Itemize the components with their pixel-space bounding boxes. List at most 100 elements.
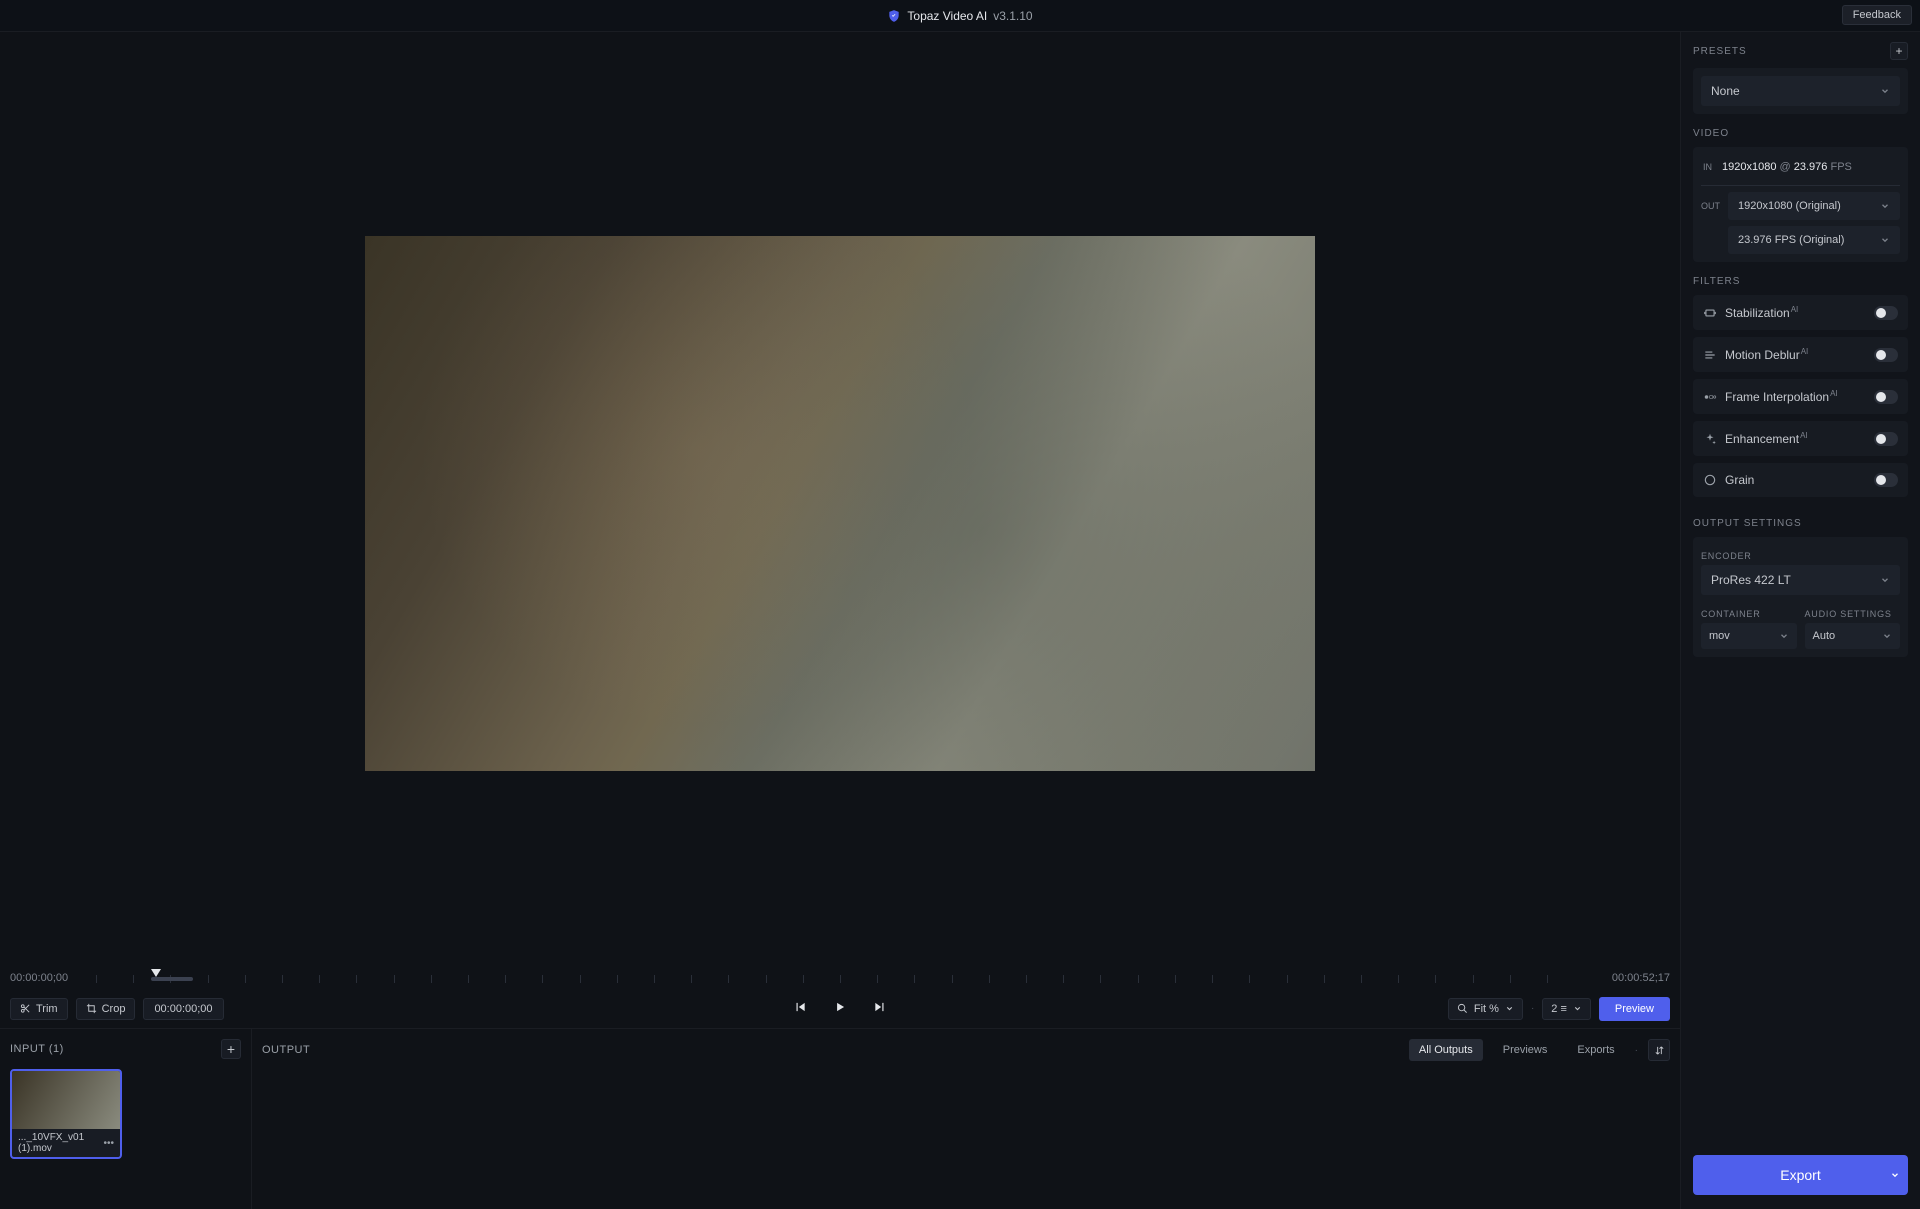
audio-select[interactable]: Auto — [1805, 623, 1901, 649]
step-forward-button[interactable] — [869, 996, 891, 1021]
chevron-down-icon — [1880, 235, 1890, 245]
timeline-track[interactable] — [96, 969, 1584, 987]
trim-label: Trim — [36, 1003, 58, 1015]
enhancement-toggle[interactable] — [1874, 432, 1898, 446]
controls-row: Trim Crop 00:00:00;00 Fit % — [0, 989, 1680, 1029]
sort-icon — [1654, 1045, 1665, 1056]
timeline[interactable]: 00:00:00;00 00:00:52;17 — [0, 967, 1680, 989]
presets-label: PRESETS — [1693, 46, 1747, 57]
chevron-down-icon — [1779, 631, 1789, 641]
chevron-down-icon — [1880, 201, 1890, 211]
export-dropdown-button[interactable] — [1880, 1167, 1900, 1183]
titlebar: Topaz Video AI v3.1.10 Feedback — [0, 0, 1920, 32]
filter-motion-deblur[interactable]: Motion DeblurAI — [1693, 337, 1908, 372]
stabilization-icon — [1703, 306, 1717, 320]
preview-button[interactable]: Preview — [1599, 997, 1670, 1021]
tab-exports[interactable]: Exports — [1567, 1039, 1624, 1061]
frame-interpolation-icon — [1703, 390, 1717, 404]
filter-enhancement[interactable]: EnhancementAI — [1693, 421, 1908, 456]
magnifier-icon — [1457, 1003, 1468, 1014]
crop-label: Crop — [102, 1003, 126, 1015]
separator: · — [1531, 1003, 1534, 1014]
filter-name: Stabilization — [1725, 306, 1790, 320]
zoom-dropdown[interactable]: Fit % — [1448, 998, 1523, 1020]
thumbnail-menu-button[interactable]: ••• — [103, 1138, 114, 1149]
filter-name: Grain — [1725, 473, 1866, 487]
encoder-label: ENCODER — [1701, 551, 1900, 561]
input-thumbnail[interactable]: ..._10VFX_v01 (1).mov ••• — [10, 1069, 122, 1159]
motion-deblur-icon — [1703, 348, 1717, 362]
filter-grain[interactable]: Grain — [1693, 463, 1908, 497]
output-settings-label: OUTPUT SETTINGS — [1693, 518, 1802, 529]
audio-label: AUDIO SETTINGS — [1805, 609, 1901, 619]
encoder-select[interactable]: ProRes 422 LT — [1701, 565, 1900, 595]
add-input-button[interactable]: + — [221, 1039, 241, 1059]
video-label: VIDEO — [1693, 128, 1729, 139]
tab-all-outputs[interactable]: All Outputs — [1409, 1039, 1483, 1061]
encoder-value: ProRes 422 LT — [1711, 573, 1791, 587]
filter-frame-interpolation[interactable]: Frame InterpolationAI — [1693, 379, 1908, 414]
motion-deblur-toggle[interactable] — [1874, 348, 1898, 362]
export-button[interactable]: Export — [1693, 1155, 1908, 1195]
container-select[interactable]: mov — [1701, 623, 1797, 649]
output-heading: OUTPUT — [262, 1044, 310, 1056]
filter-stabilization[interactable]: StabilizationAI — [1693, 295, 1908, 330]
filter-name: Enhancement — [1725, 432, 1799, 446]
sort-button[interactable] — [1648, 1039, 1670, 1061]
container-label: CONTAINER — [1701, 609, 1797, 619]
grain-toggle[interactable] — [1874, 473, 1898, 487]
container-value: mov — [1709, 630, 1730, 642]
chevron-down-icon — [1882, 631, 1892, 641]
play-icon — [833, 1000, 847, 1014]
split-view-dropdown[interactable]: 2 ≡ — [1542, 998, 1591, 1020]
timeline-playhead[interactable] — [151, 969, 161, 977]
step-back-button[interactable] — [789, 996, 811, 1021]
chevron-down-icon — [1890, 1170, 1900, 1180]
playback-controls — [789, 996, 891, 1021]
feedback-button[interactable]: Feedback — [1842, 5, 1912, 25]
timeline-start-timecode: 00:00:00;00 — [10, 972, 90, 984]
out-badge: OUT — [1701, 192, 1720, 211]
frame-interpolation-toggle[interactable] — [1874, 390, 1898, 404]
audio-value: Auto — [1813, 630, 1836, 642]
timeline-end-timecode: 00:00:52;17 — [1590, 972, 1670, 984]
in-fps: 23.976 — [1794, 161, 1828, 173]
tab-previews[interactable]: Previews — [1493, 1039, 1558, 1061]
scissors-icon — [20, 1003, 31, 1014]
step-back-icon — [793, 1000, 807, 1014]
play-button[interactable] — [829, 996, 851, 1021]
output-panel: OUTPUT All Outputs Previews Exports · — [252, 1029, 1680, 1209]
preview-canvas[interactable] — [365, 236, 1315, 771]
sidebar: PRESETS + None VIDEO IN 1920x1080 @ 23.9… — [1680, 32, 1920, 1209]
trim-button[interactable]: Trim — [10, 998, 68, 1020]
input-heading: INPUT (1) — [10, 1043, 64, 1055]
at-symbol: @ — [1780, 161, 1791, 173]
separator: · — [1635, 1045, 1638, 1056]
stabilization-toggle[interactable] — [1874, 306, 1898, 320]
app-title: Topaz Video AI v3.1.10 — [887, 9, 1032, 23]
crop-button[interactable]: Crop — [76, 998, 136, 1020]
thumbnail-filename: ..._10VFX_v01 (1).mov — [18, 1132, 103, 1154]
preset-select[interactable]: None — [1701, 76, 1900, 106]
preset-value: None — [1711, 84, 1740, 98]
fps-unit: FPS — [1830, 161, 1851, 173]
current-timecode[interactable]: 00:00:00;00 — [143, 998, 223, 1020]
app-version: v3.1.10 — [993, 9, 1032, 23]
output-resolution-select[interactable]: 1920x1080 (Original) — [1728, 192, 1900, 220]
thumbnail-image — [12, 1071, 120, 1129]
in-badge: IN — [1703, 161, 1712, 173]
split-value: 2 ≡ — [1551, 1003, 1567, 1015]
output-fps-select[interactable]: 23.976 FPS (Original) — [1728, 226, 1900, 254]
timeline-selected-range[interactable] — [151, 977, 193, 981]
add-preset-button[interactable]: + — [1890, 42, 1908, 60]
crop-icon — [86, 1003, 97, 1014]
zoom-value: Fit % — [1474, 1003, 1499, 1015]
in-resolution: 1920x1080 — [1722, 161, 1776, 173]
enhancement-icon — [1703, 432, 1717, 446]
chevron-down-icon — [1505, 1004, 1514, 1013]
filter-name: Frame Interpolation — [1725, 390, 1829, 404]
app-shield-icon — [887, 9, 901, 23]
filter-name: Motion Deblur — [1725, 348, 1800, 362]
filters-label: FILTERS — [1693, 276, 1740, 287]
export-label: Export — [1780, 1167, 1820, 1183]
